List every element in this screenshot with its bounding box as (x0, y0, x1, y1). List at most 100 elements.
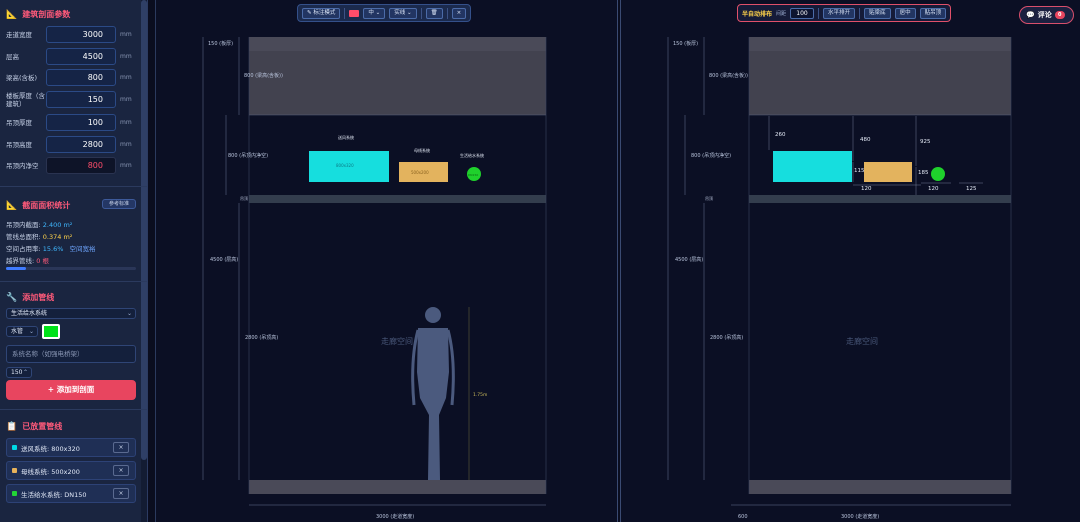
sidebar-scrollbar[interactable] (141, 0, 147, 522)
floor-height-input[interactable]: 4500 (46, 48, 116, 65)
params-section-title: 📐 建筑剖面参数 (6, 9, 70, 20)
pipe-size-select[interactable]: 150 ⌃ (6, 367, 32, 378)
floor-height-dim-label: 4500 (层高) (675, 256, 703, 263)
param-label: 梁高(含板) (6, 73, 38, 82)
system-select[interactable]: 生活给水系统 ⌄ (6, 308, 136, 319)
auto-layout-title: 半自动排布 (742, 10, 773, 18)
annotation-color-picker[interactable] (349, 9, 360, 17)
toolbar-separator (420, 7, 422, 19)
ceiling-area-stat: 吊顶内截面: 2.400 m² (6, 219, 72, 229)
ceiling-band (749, 195, 1011, 203)
line-weight-select[interactable]: 中 ⌄ (363, 7, 386, 19)
stat-label: 空间占用率: (6, 245, 41, 253)
comment-button[interactable]: 💬 评论 0 (1019, 6, 1074, 24)
beam-dim-label: 800 (梁高(含板)) (244, 72, 283, 79)
slab-rect (749, 37, 1011, 51)
param-label: 层高 (6, 52, 19, 61)
slab-dim-label: 150 (板厚) (673, 40, 698, 47)
stat-value: 2.400 m² (42, 221, 73, 229)
stat-value: 0 根 (36, 257, 49, 265)
comment-count-badge: 0 (1054, 11, 1065, 19)
pipe-color-dot (12, 491, 17, 496)
ceiling-height-dim-label: 2800 (吊顶高) (245, 334, 278, 341)
left-offset-dim-label: 600 (738, 514, 748, 520)
param-unit: mm (120, 141, 132, 148)
clear-dim-label: 800 (吊顶内净空) (228, 152, 268, 159)
annotate-mode-button[interactable]: ✎ 标注模式 (302, 7, 341, 19)
placed-item-name: 生活给水系统: DN150 (21, 490, 87, 499)
ceiling-thickness-input[interactable]: 100 (46, 114, 116, 131)
placed-item[interactable]: 母线系统: 500x200 × (6, 461, 136, 480)
placed-item-name: 送风系统: 800x320 (21, 444, 80, 453)
pipe-title: 送风系统 (338, 134, 354, 140)
param-unit: mm (120, 31, 132, 38)
air-duct-pipe[interactable] (773, 151, 852, 182)
wrench-icon: 🔧 (6, 292, 18, 303)
app-root: 📐 建筑剖面参数 走道宽度 3000 mm 层高 4500 mm 梁高(含板) … (0, 0, 1080, 522)
align-beam-bottom-button[interactable]: 贴梁底 (864, 7, 891, 19)
param-unit: mm (120, 119, 132, 126)
usage-stat: 空间占用率: 15.6% 空间宽裕 (6, 243, 96, 253)
pipe-color-picker[interactable] (42, 324, 60, 339)
sidebar-scrollbar-thumb[interactable] (141, 0, 147, 460)
param-row-slab: 楼板厚度（含建筑） 150 mm (6, 91, 136, 108)
pipe-color-dot (12, 445, 17, 450)
param-row-beam: 梁高(含板) 800 mm (6, 69, 136, 86)
section-canvas-left[interactable]: 150 (板厚) 800 (梁高(含板)) 800 (吊顶内净空) 吊顶 450… (155, 0, 618, 522)
floor-rect (749, 480, 1011, 494)
horizontal-spread-button[interactable]: 水平排开 (823, 7, 856, 19)
reference-standard-button[interactable]: 参考标准 (102, 199, 136, 209)
placed-section-title: 📋 已放置管线 (6, 421, 62, 432)
usage-status-link[interactable]: 空间宽裕 (70, 245, 96, 253)
param-row-clear: 吊顶内净空 800 mm (6, 157, 136, 174)
slab-dim-label: 150 (板厚) (208, 40, 233, 47)
section-divider (0, 409, 147, 410)
align-ceiling-button[interactable]: 贴吊顶 (919, 7, 947, 19)
param-label: 楼板厚度（含建筑） (6, 91, 45, 108)
align-center-button[interactable]: 居中 (894, 7, 916, 19)
usage-progress-fill (6, 267, 27, 270)
beam-rect (749, 51, 1011, 115)
stat-label: 越界管线: (6, 257, 35, 265)
remove-button[interactable]: × (113, 465, 129, 476)
param-unit: mm (120, 53, 132, 60)
trash-icon[interactable]: 🗑 (425, 7, 443, 19)
param-row-floor: 层高 4500 mm (6, 48, 136, 65)
param-row-width: 走道宽度 3000 mm (6, 26, 136, 43)
remove-button[interactable]: × (113, 442, 129, 453)
corridor-width-input[interactable]: 3000 (46, 26, 116, 43)
placed-item[interactable]: 送风系统: 800x320 × (6, 438, 136, 457)
ceiling-height-input[interactable]: 2800 (46, 136, 116, 153)
line-style-select[interactable]: 实线 ⌄ (389, 7, 417, 19)
corridor-space-label: 走廊空间 (381, 336, 413, 346)
placed-item[interactable]: 生活给水系统: DN150 × (6, 484, 136, 503)
pipe-inner-label: DN150 (468, 173, 478, 177)
add-pipe-title: 添加管线 (22, 293, 55, 302)
beam-height-input[interactable]: 800 (46, 69, 116, 86)
spacing-input[interactable]: 100 (790, 7, 815, 19)
pipe-size-value: 150 (11, 369, 23, 376)
spacing-label: 间距 (776, 10, 787, 17)
close-toolbar-button[interactable]: × (451, 7, 467, 19)
system-name-input[interactable]: 系统名称（如强电桥架） (6, 345, 136, 363)
param-row-ceiling-height: 吊顶高度 2800 mm (6, 136, 136, 153)
param-label: 走道宽度 (6, 30, 32, 39)
beam-dim-label: 800 (梁高(含板)) (709, 72, 748, 79)
stat-value: 0.374 m² (42, 233, 73, 241)
slab-thickness-input[interactable]: 150 (46, 91, 116, 108)
remove-button[interactable]: × (113, 488, 129, 499)
pipe-type-select[interactable]: 水管 ⌄ (6, 326, 38, 337)
ceiling-band (249, 195, 546, 203)
param-label: 吊顶高度 (6, 140, 32, 149)
width-dim-label: 3000 (走道宽度) (841, 513, 879, 520)
corridor-space-label: 走廊空间 (846, 336, 878, 346)
busbar-pipe[interactable] (864, 162, 912, 182)
param-label: 吊顶内净空 (6, 161, 39, 170)
toolbar-separator (818, 7, 820, 19)
section-canvas-right[interactable]: 150 (板厚) 800 (梁高(含板)) 800 (吊顶内净空) 吊顶 450… (620, 0, 1080, 522)
section-divider (0, 186, 147, 187)
water-supply-pipe[interactable] (931, 167, 945, 181)
person-height-label: 1.75m (473, 392, 487, 398)
add-to-section-button[interactable]: + 添加到剖面 (6, 380, 136, 400)
ruler-icon: 📐 (6, 9, 18, 20)
